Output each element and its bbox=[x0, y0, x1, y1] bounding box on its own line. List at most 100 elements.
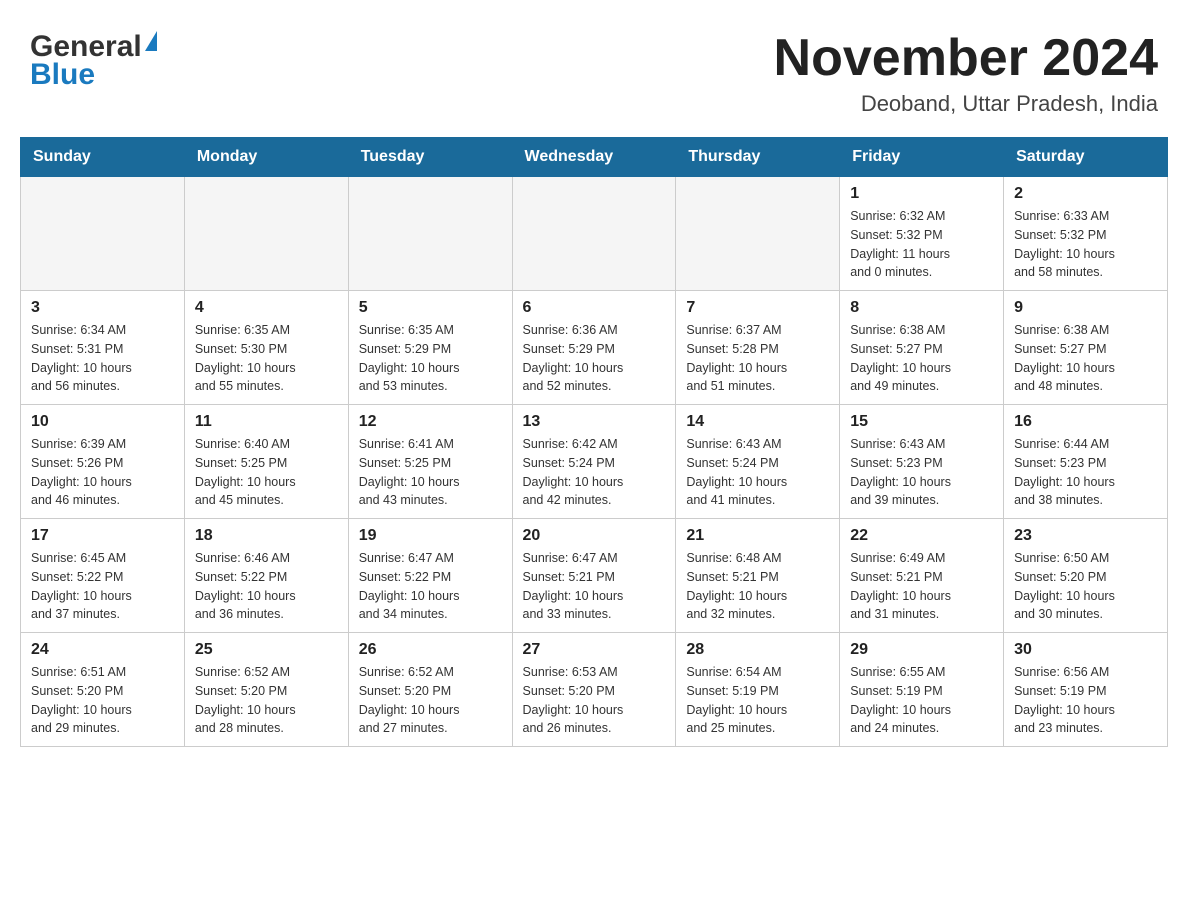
day-number: 13 bbox=[523, 413, 666, 431]
page-header: General Blue November 2024 Deoband, Utta… bbox=[20, 20, 1168, 117]
calendar-week-row: 17Sunrise: 6:45 AMSunset: 5:22 PMDayligh… bbox=[21, 519, 1168, 633]
table-row bbox=[184, 177, 348, 291]
day-info: Sunrise: 6:50 AMSunset: 5:20 PMDaylight:… bbox=[1014, 549, 1157, 624]
calendar-week-row: 24 Sunrise: 6:51 AMSunset: 5:20 PMDayligh… bbox=[21, 633, 1168, 747]
day-info: Sunrise: 6:40 AMSunset: 5:25 PMDaylight:… bbox=[195, 435, 338, 510]
title-block: November 2024 Deoband, Uttar Pradesh, In… bbox=[774, 30, 1158, 117]
day-number: 6 bbox=[523, 299, 666, 317]
table-row bbox=[348, 177, 512, 291]
calendar-week-row: 10 Sunrise: 6:39 AMSunset: 5:26 PMDayligh… bbox=[21, 405, 1168, 519]
day-number: 19 bbox=[359, 527, 502, 545]
table-row: 13 Sunrise: 6:42 AMSunset: 5:24 PMDayligh… bbox=[512, 405, 676, 519]
day-info: Sunrise: 6:54 AMSunset: 5:19 PMDaylight:… bbox=[686, 663, 829, 738]
calendar-week-row: 1 Sunrise: 6:32 AMSunset: 5:32 PMDaylight… bbox=[21, 177, 1168, 291]
table-row: 18 Sunrise: 6:46 AMSunset: 5:22 PMDayligh… bbox=[184, 519, 348, 633]
table-row: 22 Sunrise: 6:49 AMSunset: 5:21 PMDayligh… bbox=[840, 519, 1004, 633]
day-number: 2 bbox=[1014, 185, 1157, 203]
day-number: 23 bbox=[1014, 527, 1157, 545]
day-number: 9 bbox=[1014, 299, 1157, 317]
day-number: 1 bbox=[850, 185, 993, 203]
day-info: Sunrise: 6:51 AMSunset: 5:20 PMDaylight:… bbox=[31, 663, 174, 738]
day-info: Sunrise: 6:35 AMSunset: 5:29 PMDaylight:… bbox=[359, 321, 502, 396]
day-number: 28 bbox=[686, 641, 829, 659]
header-sunday: Sunday bbox=[21, 138, 185, 177]
day-number: 14 bbox=[686, 413, 829, 431]
table-row: 27 Sunrise: 6:53 AMSunset: 5:20 PMDayligh… bbox=[512, 633, 676, 747]
header-friday: Friday bbox=[840, 138, 1004, 177]
day-info: Sunrise: 6:38 AMSunset: 5:27 PMDaylight:… bbox=[850, 321, 993, 396]
day-info: Sunrise: 6:55 AMSunset: 5:19 PMDaylight:… bbox=[850, 663, 993, 738]
day-number: 21 bbox=[686, 527, 829, 545]
table-row: 21 Sunrise: 6:48 AMSunset: 5:21 PMDayligh… bbox=[676, 519, 840, 633]
day-info: Sunrise: 6:47 AMSunset: 5:22 PMDaylight:… bbox=[359, 549, 502, 624]
day-info: Sunrise: 6:34 AMSunset: 5:31 PMDaylight:… bbox=[31, 321, 174, 396]
day-number: 4 bbox=[195, 299, 338, 317]
table-row: 3 Sunrise: 6:34 AMSunset: 5:31 PMDaylight… bbox=[21, 291, 185, 405]
day-info: Sunrise: 6:43 AMSunset: 5:24 PMDaylight:… bbox=[686, 435, 829, 510]
day-number: 25 bbox=[195, 641, 338, 659]
table-row bbox=[676, 177, 840, 291]
day-number: 3 bbox=[31, 299, 174, 317]
table-row: 5 Sunrise: 6:35 AMSunset: 5:29 PMDaylight… bbox=[348, 291, 512, 405]
logo-blue-text: Blue bbox=[30, 58, 95, 92]
calendar-title: November 2024 bbox=[774, 30, 1158, 87]
day-info: Sunrise: 6:56 AMSunset: 5:19 PMDaylight:… bbox=[1014, 663, 1157, 738]
day-info: Sunrise: 6:44 AMSunset: 5:23 PMDaylight:… bbox=[1014, 435, 1157, 510]
table-row: 8 Sunrise: 6:38 AMSunset: 5:27 PMDaylight… bbox=[840, 291, 1004, 405]
day-info: Sunrise: 6:46 AMSunset: 5:22 PMDaylight:… bbox=[195, 549, 338, 624]
table-row bbox=[21, 177, 185, 291]
day-number: 5 bbox=[359, 299, 502, 317]
header-monday: Monday bbox=[184, 138, 348, 177]
header-wednesday: Wednesday bbox=[512, 138, 676, 177]
table-row: 4 Sunrise: 6:35 AMSunset: 5:30 PMDaylight… bbox=[184, 291, 348, 405]
table-row: 1 Sunrise: 6:32 AMSunset: 5:32 PMDaylight… bbox=[840, 177, 1004, 291]
logo: General Blue bbox=[30, 30, 157, 92]
day-number: 16 bbox=[1014, 413, 1157, 431]
table-row: 25Sunrise: 6:52 AMSunset: 5:20 PMDayligh… bbox=[184, 633, 348, 747]
table-row: 26Sunrise: 6:52 AMSunset: 5:20 PMDayligh… bbox=[348, 633, 512, 747]
day-number: 22 bbox=[850, 527, 993, 545]
table-row: 29Sunrise: 6:55 AMSunset: 5:19 PMDayligh… bbox=[840, 633, 1004, 747]
day-number: 18 bbox=[195, 527, 338, 545]
day-info: Sunrise: 6:52 AMSunset: 5:20 PMDaylight:… bbox=[359, 663, 502, 738]
day-number: 8 bbox=[850, 299, 993, 317]
day-info: Sunrise: 6:48 AMSunset: 5:21 PMDaylight:… bbox=[686, 549, 829, 624]
table-row: 15 Sunrise: 6:43 AMSunset: 5:23 PMDayligh… bbox=[840, 405, 1004, 519]
day-number: 20 bbox=[523, 527, 666, 545]
day-info: Sunrise: 6:47 AMSunset: 5:21 PMDaylight:… bbox=[523, 549, 666, 624]
day-info: Sunrise: 6:38 AMSunset: 5:27 PMDaylight:… bbox=[1014, 321, 1157, 396]
table-row: 24 Sunrise: 6:51 AMSunset: 5:20 PMDayligh… bbox=[21, 633, 185, 747]
calendar-header-row: Sunday Monday Tuesday Wednesday Thursday… bbox=[21, 138, 1168, 177]
day-info: Sunrise: 6:36 AMSunset: 5:29 PMDaylight:… bbox=[523, 321, 666, 396]
day-number: 30 bbox=[1014, 641, 1157, 659]
day-info: Sunrise: 6:39 AMSunset: 5:26 PMDaylight:… bbox=[31, 435, 174, 510]
day-info: Sunrise: 6:33 AMSunset: 5:32 PMDaylight:… bbox=[1014, 207, 1157, 282]
day-info: Sunrise: 6:32 AMSunset: 5:32 PMDaylight:… bbox=[850, 207, 993, 282]
day-info: Sunrise: 6:43 AMSunset: 5:23 PMDaylight:… bbox=[850, 435, 993, 510]
day-info: Sunrise: 6:45 AMSunset: 5:22 PMDaylight:… bbox=[31, 549, 174, 624]
table-row bbox=[512, 177, 676, 291]
calendar-week-row: 3 Sunrise: 6:34 AMSunset: 5:31 PMDaylight… bbox=[21, 291, 1168, 405]
table-row: 9 Sunrise: 6:38 AMSunset: 5:27 PMDaylight… bbox=[1004, 291, 1168, 405]
day-info: Sunrise: 6:49 AMSunset: 5:21 PMDaylight:… bbox=[850, 549, 993, 624]
day-info: Sunrise: 6:35 AMSunset: 5:30 PMDaylight:… bbox=[195, 321, 338, 396]
day-number: 27 bbox=[523, 641, 666, 659]
day-info: Sunrise: 6:37 AMSunset: 5:28 PMDaylight:… bbox=[686, 321, 829, 396]
table-row: 2 Sunrise: 6:33 AMSunset: 5:32 PMDaylight… bbox=[1004, 177, 1168, 291]
table-row: 17Sunrise: 6:45 AMSunset: 5:22 PMDayligh… bbox=[21, 519, 185, 633]
day-number: 15 bbox=[850, 413, 993, 431]
table-row: 20 Sunrise: 6:47 AMSunset: 5:21 PMDayligh… bbox=[512, 519, 676, 633]
table-row: 30 Sunrise: 6:56 AMSunset: 5:19 PMDayligh… bbox=[1004, 633, 1168, 747]
table-row: 11 Sunrise: 6:40 AMSunset: 5:25 PMDayligh… bbox=[184, 405, 348, 519]
table-row: 6 Sunrise: 6:36 AMSunset: 5:29 PMDaylight… bbox=[512, 291, 676, 405]
header-saturday: Saturday bbox=[1004, 138, 1168, 177]
day-number: 10 bbox=[31, 413, 174, 431]
header-thursday: Thursday bbox=[676, 138, 840, 177]
table-row: 10 Sunrise: 6:39 AMSunset: 5:26 PMDayligh… bbox=[21, 405, 185, 519]
calendar-table: Sunday Monday Tuesday Wednesday Thursday… bbox=[20, 137, 1168, 747]
day-number: 24 bbox=[31, 641, 174, 659]
day-info: Sunrise: 6:42 AMSunset: 5:24 PMDaylight:… bbox=[523, 435, 666, 510]
table-row: 14 Sunrise: 6:43 AMSunset: 5:24 PMDayligh… bbox=[676, 405, 840, 519]
day-info: Sunrise: 6:53 AMSunset: 5:20 PMDaylight:… bbox=[523, 663, 666, 738]
day-number: 11 bbox=[195, 413, 338, 431]
